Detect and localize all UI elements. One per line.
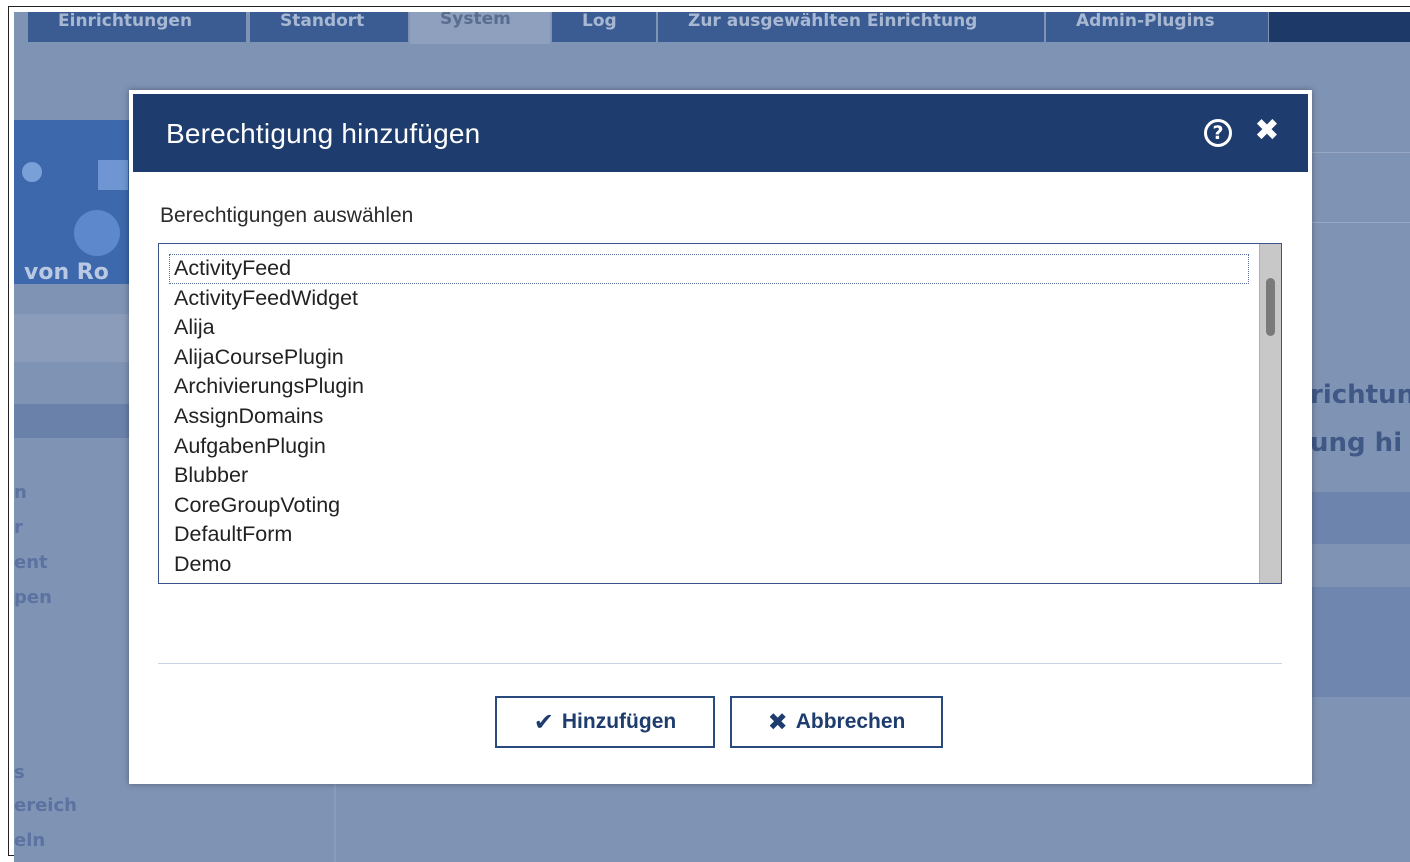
bg-tab-admin-plugins: Admin-Plugins xyxy=(1046,12,1268,42)
permissions-listbox[interactable]: ActivityFeed ActivityFeedWidget Alija Al… xyxy=(158,243,1282,584)
list-item-blubber[interactable]: Blubber xyxy=(169,461,1249,491)
scrollbar-thumb[interactable] xyxy=(1266,278,1275,336)
list-item-aufgabenplugin[interactable]: AufgabenPlugin xyxy=(169,432,1249,462)
bg-tab-system: System xyxy=(410,12,550,44)
cancel-button[interactable]: ✖ Abbrechen xyxy=(730,696,943,748)
list-item-alijacourseplugin[interactable]: AlijaCoursePlugin xyxy=(169,343,1249,373)
dialog-title: Berechtigung hinzufügen xyxy=(166,118,481,149)
list-item-demo[interactable]: Demo xyxy=(169,550,1249,580)
bg-sidebar-text: eln xyxy=(14,830,46,851)
bg-right-band xyxy=(1310,492,1410,544)
bg-tabbar xyxy=(1269,12,1410,42)
bg-sidebar-text: ent xyxy=(14,552,48,573)
x-icon: ✖ xyxy=(767,708,788,736)
cancel-button-label: Abbrechen xyxy=(795,710,906,733)
list-scrollbar[interactable] xyxy=(1259,244,1281,583)
list-item-defaultform[interactable]: DefaultForm xyxy=(169,520,1249,550)
bg-sidebar-text: ereich xyxy=(14,795,77,816)
bg-right-text: richtun xyxy=(1310,380,1410,410)
bg-right-text: ung hi xyxy=(1310,428,1403,458)
dialog-header: Berechtigung hinzufügen ? ✖ xyxy=(133,94,1308,172)
list-item-alija[interactable]: Alija xyxy=(169,313,1249,343)
add-permission-dialog: Berechtigung hinzufügen ? ✖ Berechtigung… xyxy=(129,90,1312,784)
bg-tab-ausgewaehlt: Zur ausgewählten Einrichtung xyxy=(658,12,1044,42)
list-item-coregroupvoting[interactable]: CoreGroupVoting xyxy=(169,491,1249,521)
help-icon[interactable]: ? xyxy=(1204,119,1232,147)
check-icon: ✔ xyxy=(533,708,554,736)
bg-logo: von Ro xyxy=(14,120,144,284)
list-item-activityfeed[interactable]: ActivityFeed xyxy=(169,254,1249,284)
permissions-label: Berechtigungen auswählen xyxy=(160,204,414,227)
list-item-assigndomains[interactable]: AssignDomains xyxy=(169,402,1249,432)
add-button[interactable]: ✔ Hinzufügen xyxy=(495,696,715,748)
bg-tab-log: Log xyxy=(552,12,656,42)
permissions-list: ActivityFeed ActivityFeedWidget Alija Al… xyxy=(169,254,1249,580)
bg-sidebar-text: pen xyxy=(14,587,52,608)
bg-sidebar-text: n xyxy=(14,482,27,503)
bg-sidebar-text: r xyxy=(14,517,23,538)
dialog-divider xyxy=(158,663,1282,664)
bg-tab-standort: Standort xyxy=(250,12,408,42)
add-button-label: Hinzufügen xyxy=(561,710,677,733)
bg-sidebar-text: s xyxy=(14,762,25,783)
bg-tab-einrichtungen: Einrichtungen xyxy=(28,12,246,42)
bg-right-block xyxy=(1310,587,1410,697)
close-icon[interactable]: ✖ xyxy=(1254,116,1280,146)
list-item-activityfeedwidget[interactable]: ActivityFeedWidget xyxy=(169,284,1249,314)
list-item-archivierungsplugin[interactable]: ArchivierungsPlugin xyxy=(169,372,1249,402)
